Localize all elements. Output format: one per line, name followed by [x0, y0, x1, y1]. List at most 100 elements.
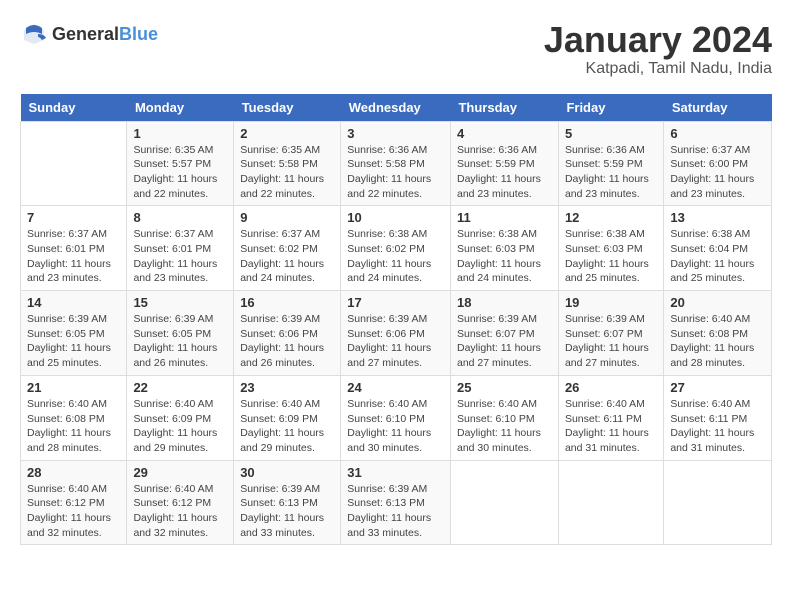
calendar-cell [21, 121, 127, 206]
day-detail: Sunrise: 6:40 AM Sunset: 6:08 PM Dayligh… [27, 397, 120, 456]
calendar-cell: 28 Sunrise: 6:40 AM Sunset: 6:12 PM Dayli… [21, 460, 127, 545]
day-detail: Sunrise: 6:40 AM Sunset: 6:11 PM Dayligh… [670, 397, 765, 456]
day-number: 27 [670, 380, 765, 395]
week-row-3: 21 Sunrise: 6:40 AM Sunset: 6:08 PM Dayli… [21, 375, 772, 460]
day-detail: Sunrise: 6:38 AM Sunset: 6:02 PM Dayligh… [347, 227, 444, 286]
calendar-cell: 29Sunrise: 6:40 AM Sunset: 6:12 PM Dayli… [127, 460, 234, 545]
day-detail: Sunrise: 6:37 AM Sunset: 6:02 PM Dayligh… [240, 227, 334, 286]
calendar-cell: 31Sunrise: 6:39 AM Sunset: 6:13 PM Dayli… [341, 460, 451, 545]
calendar-cell: 23 Sunrise: 6:40 AM Sunset: 6:09 PM Dayli… [234, 375, 341, 460]
day-number: 20 [670, 295, 765, 310]
day-detail: Sunrise: 6:39 AM Sunset: 6:07 PM Dayligh… [565, 312, 657, 371]
day-detail: Sunrise: 6:39 AM Sunset: 6:06 PM Dayligh… [347, 312, 444, 371]
calendar-cell [664, 460, 772, 545]
calendar-cell: 20 Sunrise: 6:40 AM Sunset: 6:08 PM Dayli… [664, 291, 772, 376]
header-friday: Friday [558, 94, 663, 122]
day-number: 5 [565, 126, 657, 141]
day-detail: Sunrise: 6:35 AM Sunset: 5:58 PM Dayligh… [240, 143, 334, 202]
logo-blue-text: Blue [119, 24, 158, 44]
day-detail: Sunrise: 6:38 AM Sunset: 6:03 PM Dayligh… [457, 227, 552, 286]
calendar-cell: 22 Sunrise: 6:40 AM Sunset: 6:09 PM Dayli… [127, 375, 234, 460]
day-number: 10 [347, 210, 444, 225]
header-thursday: Thursday [450, 94, 558, 122]
calendar-cell: 21 Sunrise: 6:40 AM Sunset: 6:08 PM Dayli… [21, 375, 127, 460]
calendar-cell: 17 Sunrise: 6:39 AM Sunset: 6:06 PM Dayli… [341, 291, 451, 376]
calendar-cell: 26 Sunrise: 6:40 AM Sunset: 6:11 PM Dayli… [558, 375, 663, 460]
day-detail: Sunrise: 6:38 AM Sunset: 6:04 PM Dayligh… [670, 227, 765, 286]
day-number: 28 [27, 465, 120, 480]
calendar-cell: 3Sunrise: 6:36 AM Sunset: 5:58 PM Daylig… [341, 121, 451, 206]
page-subtitle: Katpadi, Tamil Nadu, India [544, 60, 772, 78]
calendar-cell: 9Sunrise: 6:37 AM Sunset: 6:02 PM Daylig… [234, 206, 341, 291]
day-detail: Sunrise: 6:39 AM Sunset: 6:07 PM Dayligh… [457, 312, 552, 371]
day-number: 8 [133, 210, 227, 225]
calendar-cell: 10 Sunrise: 6:38 AM Sunset: 6:02 PM Dayli… [341, 206, 451, 291]
day-detail: Sunrise: 6:36 AM Sunset: 5:58 PM Dayligh… [347, 143, 444, 202]
day-detail: Sunrise: 6:40 AM Sunset: 6:08 PM Dayligh… [670, 312, 765, 371]
day-number: 18 [457, 295, 552, 310]
header-wednesday: Wednesday [341, 94, 451, 122]
day-number: 30 [240, 465, 334, 480]
calendar-cell: 6 Sunrise: 6:37 AM Sunset: 6:00 PM Daylig… [664, 121, 772, 206]
week-row-2: 14 Sunrise: 6:39 AM Sunset: 6:05 PM Dayli… [21, 291, 772, 376]
calendar-cell: 1Sunrise: 6:35 AM Sunset: 5:57 PM Daylig… [127, 121, 234, 206]
day-detail: Sunrise: 6:39 AM Sunset: 6:05 PM Dayligh… [27, 312, 120, 371]
day-number: 25 [457, 380, 552, 395]
day-detail: Sunrise: 6:38 AM Sunset: 6:03 PM Dayligh… [565, 227, 657, 286]
calendar-cell: 15Sunrise: 6:39 AM Sunset: 6:05 PM Dayli… [127, 291, 234, 376]
day-detail: Sunrise: 6:39 AM Sunset: 6:05 PM Dayligh… [133, 312, 227, 371]
calendar-cell: 18 Sunrise: 6:39 AM Sunset: 6:07 PM Dayli… [450, 291, 558, 376]
calendar-cell: 24 Sunrise: 6:40 AM Sunset: 6:10 PM Dayli… [341, 375, 451, 460]
calendar-cell: 5 Sunrise: 6:36 AM Sunset: 5:59 PM Daylig… [558, 121, 663, 206]
day-detail: Sunrise: 6:40 AM Sunset: 6:11 PM Dayligh… [565, 397, 657, 456]
day-detail: Sunrise: 6:39 AM Sunset: 6:13 PM Dayligh… [347, 482, 444, 541]
day-number: 12 [565, 210, 657, 225]
day-number: 16 [240, 295, 334, 310]
day-number: 6 [670, 126, 765, 141]
day-detail: Sunrise: 6:39 AM Sunset: 6:06 PM Dayligh… [240, 312, 334, 371]
day-detail: Sunrise: 6:36 AM Sunset: 5:59 PM Dayligh… [565, 143, 657, 202]
calendar-cell: 27 Sunrise: 6:40 AM Sunset: 6:11 PM Dayli… [664, 375, 772, 460]
day-detail: Sunrise: 6:39 AM Sunset: 6:13 PM Dayligh… [240, 482, 334, 541]
week-row-1: 7Sunrise: 6:37 AM Sunset: 6:01 PM Daylig… [21, 206, 772, 291]
calendar-cell: 16 Sunrise: 6:39 AM Sunset: 6:06 PM Dayli… [234, 291, 341, 376]
day-detail: Sunrise: 6:40 AM Sunset: 6:10 PM Dayligh… [347, 397, 444, 456]
day-detail: Sunrise: 6:40 AM Sunset: 6:12 PM Dayligh… [133, 482, 227, 541]
header-monday: Monday [127, 94, 234, 122]
calendar-cell: 11 Sunrise: 6:38 AM Sunset: 6:03 PM Dayli… [450, 206, 558, 291]
day-detail: Sunrise: 6:40 AM Sunset: 6:09 PM Dayligh… [133, 397, 227, 456]
day-number: 17 [347, 295, 444, 310]
day-detail: Sunrise: 6:37 AM Sunset: 6:01 PM Dayligh… [133, 227, 227, 286]
week-row-0: 1Sunrise: 6:35 AM Sunset: 5:57 PM Daylig… [21, 121, 772, 206]
day-detail: Sunrise: 6:36 AM Sunset: 5:59 PM Dayligh… [457, 143, 552, 202]
day-number: 2 [240, 126, 334, 141]
day-number: 24 [347, 380, 444, 395]
calendar-cell: 13Sunrise: 6:38 AM Sunset: 6:04 PM Dayli… [664, 206, 772, 291]
day-number: 21 [27, 380, 120, 395]
calendar-cell: 4Sunrise: 6:36 AM Sunset: 5:59 PM Daylig… [450, 121, 558, 206]
calendar-cell: 30 Sunrise: 6:39 AM Sunset: 6:13 PM Dayli… [234, 460, 341, 545]
header-sunday: Sunday [21, 94, 127, 122]
calendar-cell: 2 Sunrise: 6:35 AM Sunset: 5:58 PM Daylig… [234, 121, 341, 206]
calendar-cell: 12 Sunrise: 6:38 AM Sunset: 6:03 PM Dayli… [558, 206, 663, 291]
calendar-body: 1Sunrise: 6:35 AM Sunset: 5:57 PM Daylig… [21, 121, 772, 545]
day-detail: Sunrise: 6:37 AM Sunset: 6:00 PM Dayligh… [670, 143, 765, 202]
header-saturday: Saturday [664, 94, 772, 122]
day-detail: Sunrise: 6:35 AM Sunset: 5:57 PM Dayligh… [133, 143, 227, 202]
day-detail: Sunrise: 6:37 AM Sunset: 6:01 PM Dayligh… [27, 227, 120, 286]
calendar-table: SundayMondayTuesdayWednesdayThursdayFrid… [20, 94, 772, 546]
day-number: 23 [240, 380, 334, 395]
day-number: 14 [27, 295, 120, 310]
calendar-cell: 25 Sunrise: 6:40 AM Sunset: 6:10 PM Dayli… [450, 375, 558, 460]
day-detail: Sunrise: 6:40 AM Sunset: 6:12 PM Dayligh… [27, 482, 120, 541]
calendar-cell: 19Sunrise: 6:39 AM Sunset: 6:07 PM Dayli… [558, 291, 663, 376]
day-detail: Sunrise: 6:40 AM Sunset: 6:10 PM Dayligh… [457, 397, 552, 456]
day-number: 11 [457, 210, 552, 225]
calendar-cell: 8 Sunrise: 6:37 AM Sunset: 6:01 PM Daylig… [127, 206, 234, 291]
logo: GeneralBlue [20, 20, 158, 48]
page-title: January 2024 [544, 20, 772, 60]
day-number: 26 [565, 380, 657, 395]
page-header: GeneralBlue January 2024 Katpadi, Tamil … [20, 20, 772, 78]
day-number: 22 [133, 380, 227, 395]
day-detail: Sunrise: 6:40 AM Sunset: 6:09 PM Dayligh… [240, 397, 334, 456]
